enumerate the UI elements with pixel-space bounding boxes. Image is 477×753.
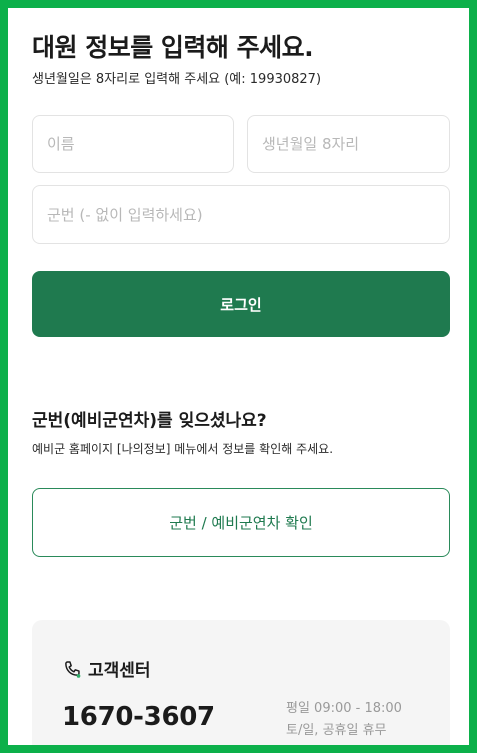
page-subtitle: 생년월일은 8자리로 입력해 주세요 (예: 19930827) (32, 72, 322, 87)
login-screen: 대원 정보를 입력해 주세요. 생년월일은 8자리로 입력해 주세요 (예: 1… (8, 8, 469, 745)
check-military-number-label: 군번 / 예비군연차 확인 (169, 514, 313, 532)
check-military-number-button[interactable]: 군번 / 예비군연차 확인 (32, 488, 450, 557)
military-number-input[interactable] (32, 185, 450, 244)
login-button-label: 로그인 (220, 295, 262, 314)
weekday-hours: 평일 09:00 - 18:00 (286, 701, 402, 716)
customer-center-phone[interactable]: 1670-3607 (62, 702, 215, 732)
forgot-military-number-hint: 예비군 홈페이지 [나의정보] 메뉴에서 정보를 확인해 주세요. (32, 442, 334, 456)
login-button[interactable]: 로그인 (32, 271, 450, 337)
customer-center-header: 고객센터 (62, 656, 151, 681)
customer-center-hours: 평일 09:00 - 18:00 토/일, 공휴일 휴무 (286, 698, 402, 742)
customer-center-title: 고객센터 (88, 661, 151, 681)
customer-center-card: 고객센터 1670-3607 평일 09:00 - 18:00 토/일, 공휴일… (32, 620, 450, 745)
birthdate-input[interactable] (247, 115, 450, 173)
phone-icon (65, 660, 81, 678)
weekend-hours: 토/일, 공휴일 휴무 (286, 723, 387, 738)
page-title: 대원 정보를 입력해 주세요. (32, 33, 314, 62)
forgot-military-number-title: 군번(예비군연차)를 잊으셨나요? (32, 411, 267, 431)
name-input[interactable] (32, 115, 234, 173)
